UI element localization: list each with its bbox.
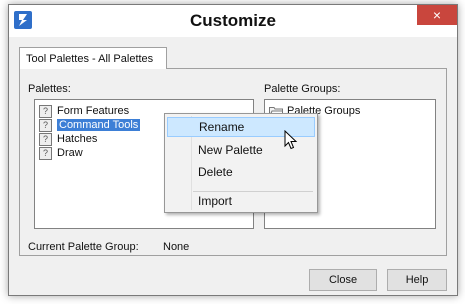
list-item[interactable]: ? Form Features [39, 104, 129, 118]
current-group-value: None [163, 241, 190, 253]
question-mark-icon: ? [39, 104, 52, 118]
question-mark-icon: ? [39, 146, 52, 160]
menu-item-delete[interactable]: Delete [167, 162, 315, 182]
mouse-pointer-icon [284, 130, 298, 150]
palette-groups-label: Palette Groups: [264, 83, 341, 95]
menu-item-import[interactable]: Import [167, 191, 315, 211]
question-mark-icon: ? [39, 118, 52, 132]
tab-tool-palettes[interactable]: Tool Palettes - All Palettes [19, 47, 167, 69]
list-item[interactable]: ? Hatches [39, 132, 97, 146]
help-button[interactable]: Help [387, 269, 447, 291]
close-button[interactable]: Close [309, 269, 377, 291]
current-group-label: Current Palette Group: [28, 241, 139, 253]
list-item[interactable]: ? Draw [39, 146, 83, 160]
title-bar: Customize × [9, 5, 457, 37]
context-menu: Rename New Palette Delete Import [164, 113, 318, 213]
question-mark-icon: ? [39, 132, 52, 146]
list-item[interactable]: ? Command Tools [39, 118, 141, 132]
palettes-label: Palettes: [28, 83, 71, 95]
dialog-title: Customize [190, 11, 276, 30]
close-window-button[interactable]: × [417, 5, 457, 25]
